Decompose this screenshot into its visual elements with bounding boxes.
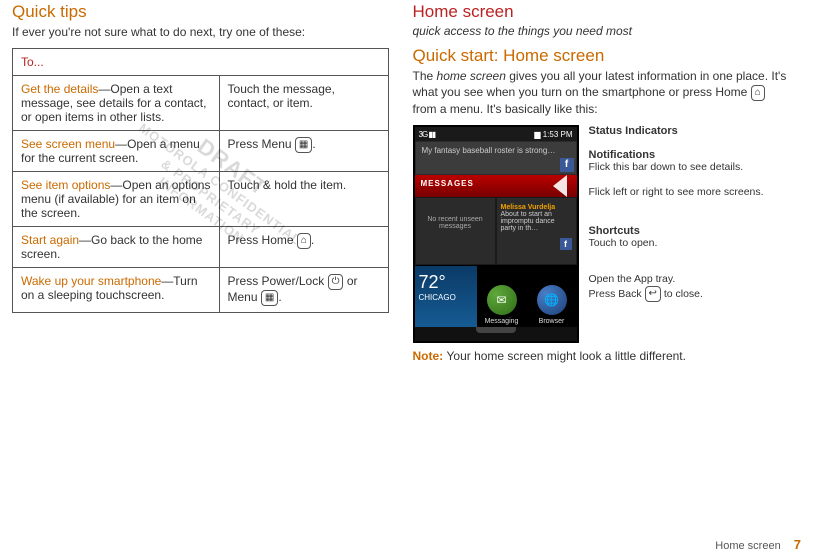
row-val: Touch the message, contact, or item. <box>219 76 388 131</box>
notification-strip: My fantasy baseball roster is strong… f <box>415 141 577 175</box>
signal-indicator: 3G ▮▮ <box>419 130 436 139</box>
callout-flick: Flick left or right to see more screens. <box>589 186 790 199</box>
quick-tips-heading: Quick tips <box>12 2 389 22</box>
table-row: Get the details—Open a text message, see… <box>13 76 389 131</box>
notification-text: My fantasy baseball roster is strong… <box>422 146 556 155</box>
app-tray <box>415 327 577 341</box>
callout-app-tray: Open the App tray. Press Back ↩ to close… <box>589 273 790 302</box>
home-screen-subtitle: quick access to the things you need most <box>413 24 790 38</box>
home-screen-heading: Home screen <box>413 2 790 22</box>
browser-icon: 🌐 <box>537 285 567 315</box>
power-icon: ⏻ <box>328 274 344 290</box>
status-bar: 3G ▮▮ ▆ 1:53 PM <box>415 127 577 141</box>
home-screen-note: Note: Your home screen might look a litt… <box>413 349 790 363</box>
row-key-bold: Wake up your smartphone <box>21 274 161 288</box>
contact-name: Melissa Vurdelja <box>501 204 572 211</box>
messages-header: MESSAGES <box>415 175 577 197</box>
shortcut-messaging: ✉ Messaging <box>477 265 527 327</box>
menu-icon: ▦ <box>261 290 278 306</box>
row-key-bold: See screen menu <box>21 137 115 151</box>
table-row: See screen menu—Open a menu for the curr… <box>13 131 389 172</box>
page-footer: Home screen 7 <box>715 537 801 552</box>
home-icon: ⌂ <box>297 233 311 249</box>
app-tray-handle <box>476 327 516 333</box>
page-number: 7 <box>794 537 801 552</box>
clock: 1:53 PM <box>543 130 573 139</box>
table-row: See item options—Open an options menu (i… <box>13 172 389 227</box>
back-icon: ↩ <box>645 286 661 302</box>
row-key-bold: See item options <box>21 178 110 192</box>
contact-text: About to start an impromptu dance party … <box>501 211 572 232</box>
row-val-pre: Press Home <box>228 233 297 247</box>
row-val: Touch & hold the item. <box>219 172 388 227</box>
footer-label: Home screen <box>715 540 780 552</box>
row-key-bold: Start again <box>21 233 79 247</box>
phone-mock: 3G ▮▮ ▆ 1:53 PM My fantasy baseball rost… <box>413 125 579 343</box>
shortcut-browser: 🌐 Browser <box>527 265 577 327</box>
row-val-pre: Press Menu <box>228 137 295 151</box>
menu-icon: ▦ <box>295 137 312 153</box>
callout-status: Status Indicators <box>589 125 790 137</box>
contact-card: Melissa Vurdelja About to start an impro… <box>496 197 577 265</box>
row-key-bold: Get the details <box>21 82 98 96</box>
messages-pane: No recent unseen messages <box>415 197 496 265</box>
row-val-part: Press Power/Lock <box>228 274 328 288</box>
facebook-icon: f <box>560 238 572 250</box>
quick-tips-intro: If ever you're not sure what to do next,… <box>12 24 389 40</box>
battery-icon: ▆ <box>534 130 540 139</box>
table-row: Wake up your smartphone—Turn on a sleepi… <box>13 268 389 313</box>
quick-start-heading: Quick start: Home screen <box>413 46 790 66</box>
facebook-icon: f <box>560 158 574 172</box>
temperature: 72° <box>419 272 473 293</box>
table-row: Start again—Go back to the home screen. … <box>13 227 389 268</box>
quick-tips-table: To... Get the details—Open a text messag… <box>12 48 389 313</box>
callout-notifications: Notifications Flick this bar down to see… <box>589 149 790 174</box>
home-icon: ⌂ <box>751 85 765 101</box>
table-header-to: To... <box>13 49 389 76</box>
messages-flag-icon <box>553 175 567 197</box>
callout-shortcuts: Shortcuts Touch to open. <box>589 225 790 250</box>
home-screen-intro: The home screen gives you all your lates… <box>413 68 790 117</box>
messaging-icon: ✉ <box>487 285 517 315</box>
city-label: CHICAGO <box>419 293 473 302</box>
row-val-part: . <box>278 290 281 304</box>
weather-widget: 72° CHICAGO <box>415 265 477 327</box>
